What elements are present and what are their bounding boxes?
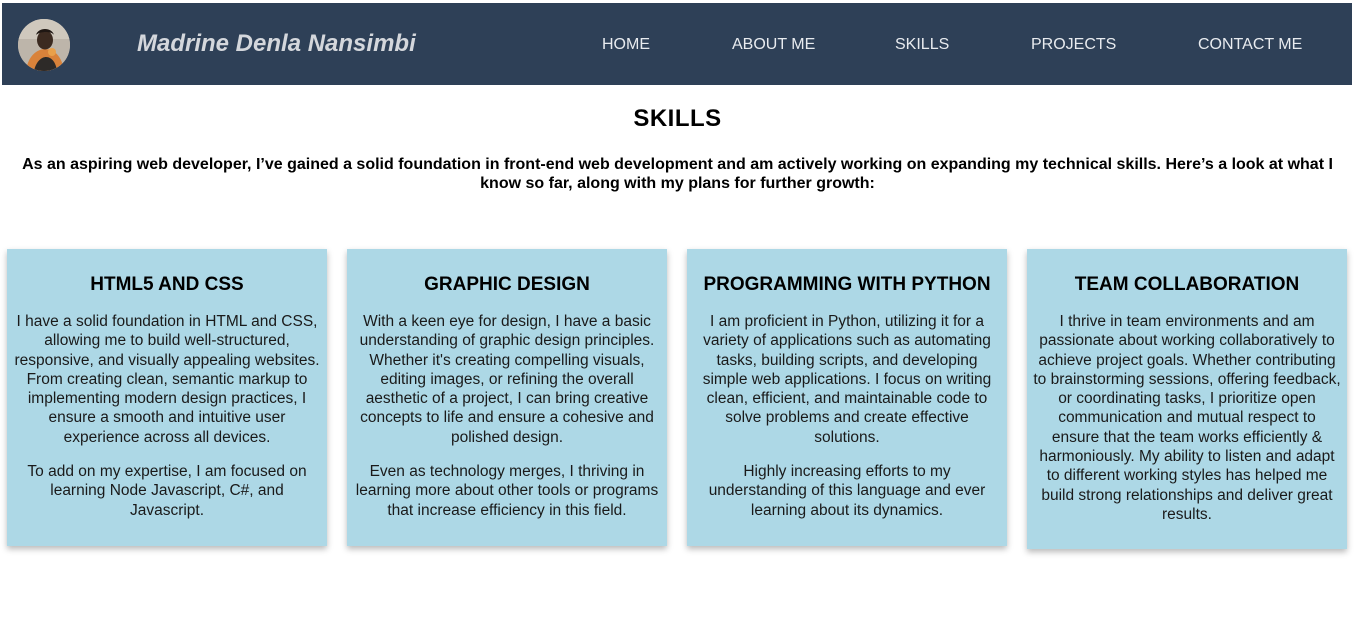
nav-home[interactable]: HOME <box>602 36 650 54</box>
profile-photo <box>18 19 70 71</box>
skill-card-title: PROGRAMMING WITH PYTHON <box>703 274 991 295</box>
avatar[interactable] <box>18 19 70 71</box>
skill-card-description: To add on my expertise, I am focused on … <box>27 463 307 519</box>
skill-card-description: I am proficient in Python, utilizing it … <box>702 313 992 446</box>
skill-card-title: HTML5 AND CSS <box>90 274 244 295</box>
skill-card-team-collaboration: TEAM COLLABORATION I thrive in team envi… <box>1027 249 1347 549</box>
skill-card-description: Even as technology merges, I thriving in… <box>355 463 659 519</box>
site-brand-name[interactable]: Madrine Denla Nansimbi <box>137 30 416 58</box>
skill-card-title: GRAPHIC DESIGN <box>424 274 590 295</box>
nav-about-me[interactable]: ABOUT ME <box>732 36 815 54</box>
nav-contact-me[interactable]: CONTACT ME <box>1198 36 1302 54</box>
skill-card-description: I thrive in team environments and am pas… <box>1033 313 1341 523</box>
skill-card-python: PROGRAMMING WITH PYTHON I am proficient … <box>687 249 1007 546</box>
page-title: SKILLS <box>633 105 722 132</box>
navbar: Madrine Denla Nansimbi HOME ABOUT ME SKI… <box>2 3 1352 85</box>
skill-card-title: TEAM COLLABORATION <box>1074 274 1300 295</box>
skill-card-description: With a keen eye for design, I have a bas… <box>359 313 655 446</box>
skills-intro-text: As an aspiring web developer, I’ve gaine… <box>22 156 1333 192</box>
skill-card-description: Highly increasing efforts to my understa… <box>708 463 986 519</box>
skill-card-description: I have a solid foundation in HTML and CS… <box>14 313 320 446</box>
skill-card-html-css: HTML5 AND CSS I have a solid foundation … <box>7 249 327 546</box>
skill-card-graphic-design: GRAPHIC DESIGN With a keen eye for desig… <box>347 249 667 546</box>
nav-projects[interactable]: PROJECTS <box>1031 36 1116 54</box>
nav-skills[interactable]: SKILLS <box>895 36 949 54</box>
